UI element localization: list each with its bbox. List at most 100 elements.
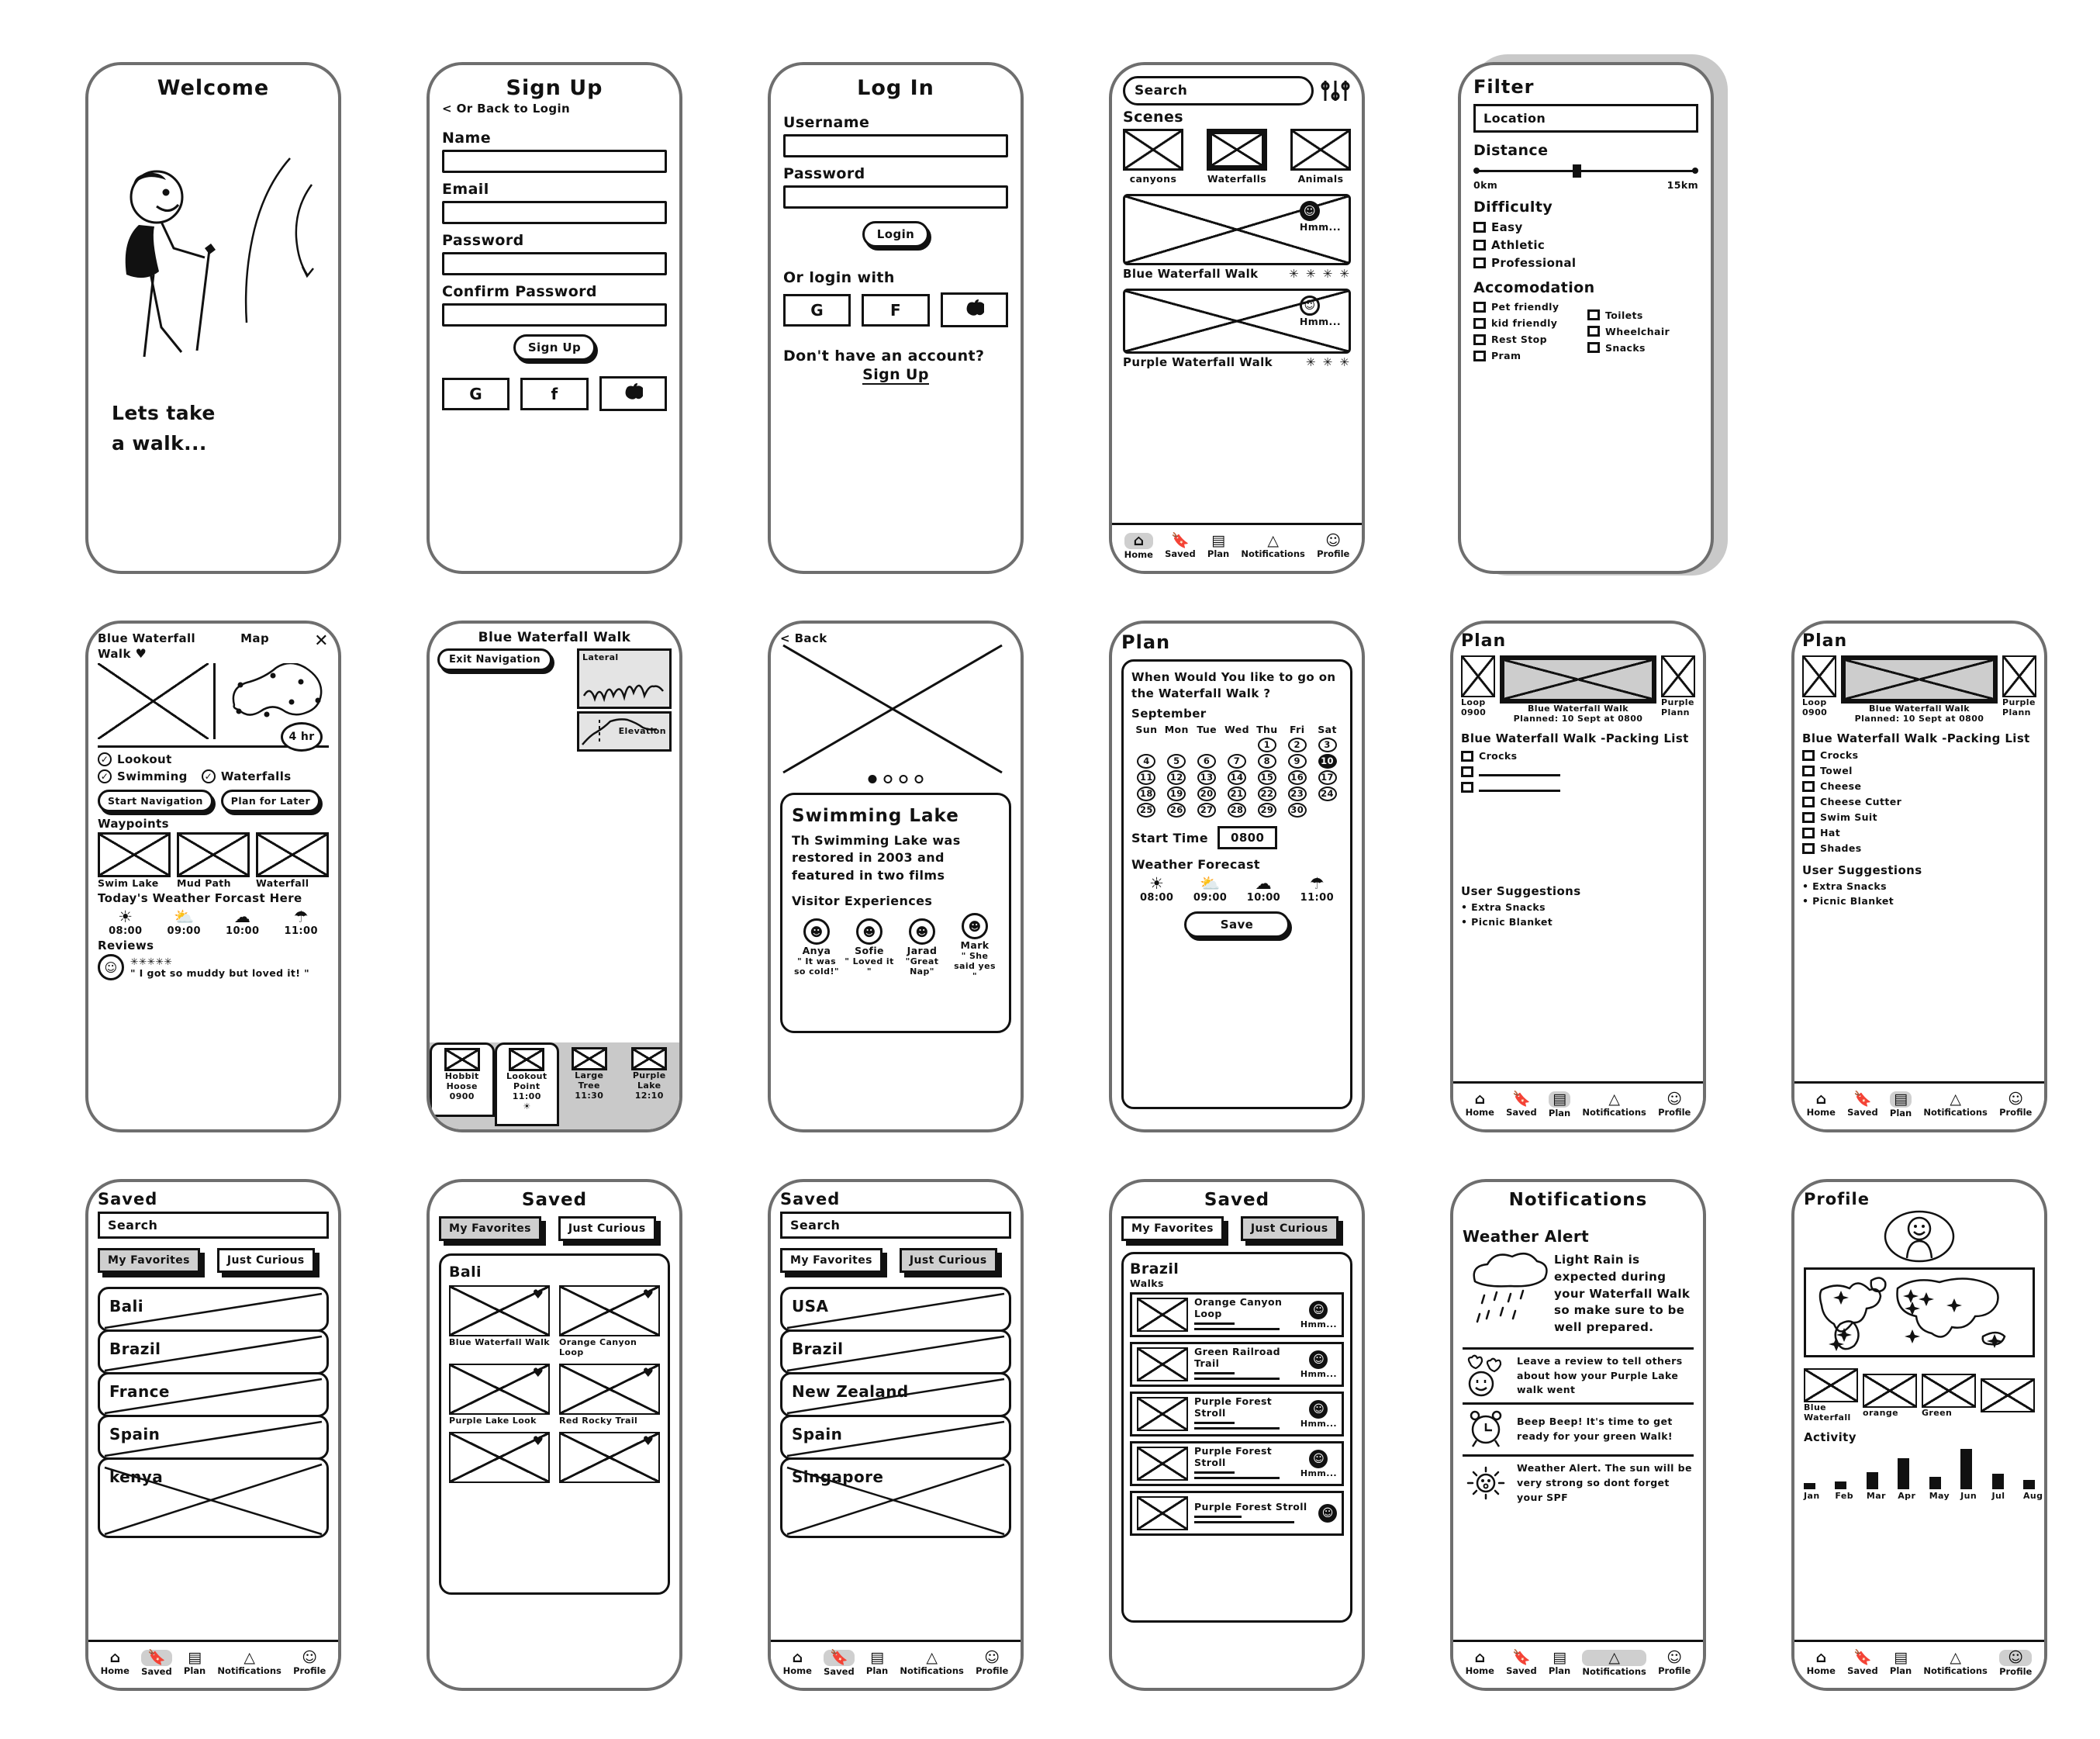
dot[interactable] (899, 775, 908, 783)
calendar-cell[interactable]: 1 (1252, 737, 1282, 753)
walk-grid-item[interactable]: ♥ Blue Waterfall Walk (449, 1285, 550, 1357)
checkbox-icon[interactable] (1473, 258, 1486, 268)
nav-home[interactable]: ⌂ Home (1466, 1091, 1494, 1118)
list-item[interactable]: Spain (98, 1415, 329, 1460)
google-login-button[interactable]: G (783, 293, 851, 327)
calendar-cell[interactable]: 6 (1192, 753, 1222, 769)
calendar-cell[interactable]: 11 (1131, 769, 1162, 786)
heart-icon[interactable]: ♥ (643, 1287, 654, 1302)
packing-item[interactable]: Towel (1802, 765, 2036, 776)
checkbox-icon[interactable] (1461, 750, 1473, 762)
nav-profile[interactable]: ☺ Profile (293, 1650, 326, 1676)
signup-button[interactable]: Sign Up (513, 334, 596, 361)
nav-profile[interactable]: ☺ Profile (1999, 1091, 2032, 1118)
packing-item[interactable]: Hat (1802, 827, 2036, 838)
list-item[interactable]: New Zealand (780, 1372, 1011, 1417)
calendar-cell[interactable]: 16 (1282, 769, 1312, 786)
tab-just-curious[interactable]: Just Curious (1240, 1216, 1338, 1241)
plan-for-later-button[interactable]: Plan for Later (220, 789, 321, 812)
nav-home[interactable]: ⌂ Home (1466, 1650, 1494, 1676)
walk-row[interactable]: Purple Forest Stroll ☺ (1130, 1491, 1344, 1536)
nav-saved[interactable]: 🔖 Saved (1165, 533, 1196, 559)
dot[interactable] (914, 775, 924, 783)
visitor-jarad[interactable]: ☻ Jarad "Great Nap" (897, 918, 947, 977)
accom-rest-stop[interactable]: Rest Stop (1473, 334, 1584, 345)
checkbox-icon[interactable] (1587, 326, 1600, 337)
walk-grid-item[interactable]: ♥ (449, 1432, 550, 1484)
nav-saved[interactable]: 🔖 Saved (824, 1649, 855, 1677)
calendar-day[interactable]: 19 (1167, 787, 1186, 801)
search-input[interactable]: Search (1123, 76, 1314, 105)
calendar-cell[interactable]: 27 (1192, 802, 1222, 818)
nav-home[interactable]: ⌂ Home (1807, 1091, 1836, 1118)
heart-icon[interactable]: ♥ (643, 1365, 654, 1380)
carousel-item-loop[interactable]: Loop 0900 (1802, 655, 1836, 717)
calendar-cell[interactable]: 9 (1282, 753, 1312, 769)
checkbox-icon[interactable] (1473, 334, 1486, 345)
stop-lookout-point[interactable]: Lookout Point 11:00 ☀ (494, 1042, 559, 1126)
checkbox-icon[interactable] (1802, 842, 1815, 854)
list-item[interactable]: France (98, 1372, 329, 1417)
nav-profile[interactable]: ☺ Profile (1658, 1091, 1691, 1118)
lateral-panel[interactable]: Lateral (577, 648, 672, 709)
elevation-panel[interactable]: Elevation (577, 711, 672, 752)
heart-icon[interactable]: ♥ (135, 646, 147, 661)
accom-kid-friendly[interactable]: kid friendly (1473, 317, 1584, 329)
email-input[interactable] (442, 201, 667, 224)
calendar-day[interactable]: 22 (1257, 787, 1276, 801)
nav-profile[interactable]: ☺ Profile (1999, 1649, 2033, 1677)
sliders-icon[interactable] (1320, 78, 1351, 104)
save-button[interactable]: Save (1183, 911, 1290, 939)
walk-card-blue[interactable]: ☺ Hmm... Blue Waterfall Walk ✳ ✳ ✳ ✳ (1123, 194, 1351, 281)
calendar-day[interactable]: 9 (1287, 754, 1307, 769)
packing-list[interactable]: Crocks Towel Cheese Cheese Cutter Swim Suit H… (1802, 749, 2036, 854)
packing-item[interactable]: Cheese (1802, 780, 2036, 792)
walk-row[interactable]: Green Railroad Trail ☺ Hmm... (1130, 1342, 1344, 1387)
walk-row[interactable]: Purple Forest Stroll ☺ Hmm... (1130, 1392, 1344, 1436)
accom-toilets[interactable]: Toilets (1587, 309, 1698, 321)
walk-grid[interactable]: ♥ Blue Waterfall Walk ♥ Orange Canyon Loop ♥… (449, 1285, 660, 1484)
calendar-cell[interactable]: 12 (1162, 769, 1192, 786)
calendar-cell[interactable]: 28 (1222, 802, 1252, 818)
accom-snacks[interactable]: Snacks (1587, 342, 1698, 354)
nav-profile[interactable]: ☺ Profile (1658, 1650, 1691, 1676)
checkbox-icon[interactable] (1802, 796, 1815, 807)
nav-plan[interactable]: ▤ Plan (1548, 1091, 1571, 1118)
calendar-cell[interactable]: 2 (1282, 737, 1312, 753)
calendar-day[interactable]: 1 (1257, 738, 1276, 752)
apple-signup-button[interactable] (599, 376, 667, 411)
checkbox-icon[interactable] (1473, 222, 1486, 233)
list-item[interactable]: Spain (780, 1415, 1011, 1460)
heart-icon[interactable]: ♥ (643, 1433, 654, 1448)
tab-my-favorites[interactable]: My Favorites (98, 1248, 200, 1273)
carousel-item-blue-waterfall[interactable]: Blue Waterfall Walk Planned: 10 Sept at … (1841, 655, 1998, 724)
nav-notifications[interactable]: △ Notifications (900, 1650, 963, 1676)
calendar-cell[interactable]: 29 (1252, 802, 1282, 818)
signup-link[interactable]: Sign Up (862, 366, 929, 385)
checkbox-icon[interactable] (1802, 827, 1815, 838)
walk-grid-item[interactable]: ♥ Purple Lake Look (449, 1364, 550, 1426)
calendar[interactable]: Sun Mon Tue Wed Thu Fri Sat 1 2 3 4 5 6 7 8 9 10 1… (1131, 724, 1342, 818)
walk-grid-item[interactable]: ♥ Red Rocky Trail (559, 1364, 660, 1426)
exit-navigation-button[interactable]: Exit Navigation (437, 648, 552, 671)
calendar-cell[interactable]: 17 (1312, 769, 1342, 786)
stop-hobbit-hoose[interactable]: Hobbit Hoose 0900 (430, 1042, 495, 1117)
calendar-day[interactable]: 13 (1197, 770, 1217, 785)
calendar-cell[interactable]: 26 (1162, 802, 1192, 818)
location-input[interactable]: Location (1473, 104, 1698, 133)
nav-home[interactable]: ⌂ Home (1124, 532, 1153, 560)
walk-grid-item[interactable]: ♥ Orange Canyon Loop (559, 1285, 660, 1357)
calendar-cell[interactable]: 19 (1162, 786, 1192, 802)
calendar-day[interactable]: 27 (1197, 803, 1217, 818)
packing-item-blank[interactable] (1461, 782, 1695, 793)
difficulty-professional[interactable]: Professional (1473, 256, 1698, 270)
carousel-dots[interactable] (868, 775, 924, 783)
calendar-cell[interactable]: 24 (1312, 786, 1342, 802)
carousel-item-loop[interactable]: Loop 0900 (1461, 655, 1495, 717)
profile-thumb-orange[interactable]: orange (1863, 1373, 1917, 1418)
confirm-password-input[interactable] (442, 303, 667, 327)
nav-plan[interactable]: ▤ Plan (1549, 1650, 1570, 1676)
apple-login-button[interactable] (940, 292, 1008, 327)
calendar-day[interactable]: 23 (1287, 787, 1307, 801)
calendar-cell[interactable]: 4 (1131, 753, 1162, 769)
